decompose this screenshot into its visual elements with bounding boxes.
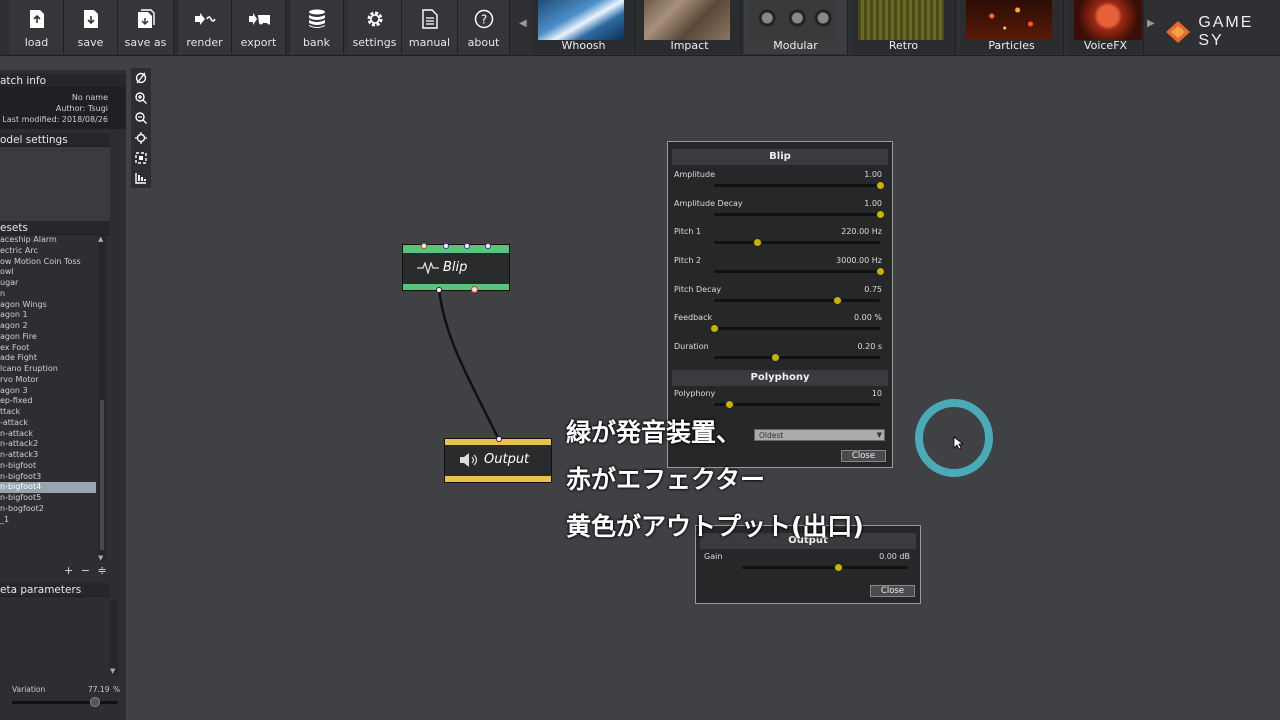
param-value: 3000.00 Hz — [836, 256, 882, 266]
chevron-down-icon: ▼ — [876, 431, 882, 439]
output-node[interactable]: Output — [444, 436, 552, 483]
blip-input-port[interactable] — [485, 243, 491, 249]
gain-knob[interactable] — [834, 563, 844, 572]
param-slider[interactable] — [710, 324, 880, 334]
blip-input-port[interactable] — [421, 243, 427, 249]
blip-input-port[interactable] — [464, 243, 470, 249]
gain-slider[interactable] — [742, 563, 908, 572]
blip-node-label: Blip — [443, 260, 468, 275]
subtitle-line-3: 黄色がアウトプット(出口) — [566, 512, 864, 541]
param-slider[interactable] — [714, 295, 880, 305]
param-slider[interactable] — [714, 399, 880, 409]
speaker-icon — [460, 452, 478, 467]
param-slider[interactable] — [714, 209, 885, 219]
param-knob[interactable] — [710, 324, 719, 334]
param-slider[interactable] — [714, 353, 880, 363]
output-node-bottom-bar — [445, 476, 551, 482]
param-name: Feedback — [674, 313, 713, 323]
param-pitch-1: Pitch 1 220.00 Hz — [674, 224, 886, 253]
waveform-icon — [417, 261, 439, 274]
param-value: 220.00 Hz — [841, 227, 882, 237]
param-value: 0.20 s — [857, 342, 882, 352]
param-knob[interactable] — [771, 353, 781, 363]
blip-window-title: Blip — [672, 149, 888, 165]
output-input-port[interactable] — [496, 436, 502, 442]
polyphony-section-title: Polyphony — [672, 369, 888, 386]
param-value: 0.75 — [864, 284, 882, 294]
mouse-cursor-icon — [953, 436, 963, 450]
subtitle-line-1: 緑が発音装置、 — [566, 418, 742, 447]
param-pitch-2: Pitch 2 3000.00 Hz — [674, 253, 886, 282]
param-value: 0.00 % — [854, 313, 882, 323]
param-name: Amplitude — [674, 170, 715, 179]
param-gain: Gain 0.00 dB — [702, 549, 914, 578]
voice-stealing-dropdown[interactable]: Oldest ▼ — [754, 429, 885, 441]
connection-wire — [437, 288, 500, 439]
param-knob[interactable] — [832, 295, 842, 305]
blip-node[interactable]: Blip — [402, 243, 510, 293]
param-name: Polyphony — [674, 388, 716, 398]
param-duration: Duration 0.20 s — [674, 339, 886, 368]
param-value: 10 — [871, 388, 882, 398]
param-feedback: Feedback 0.00 % — [674, 310, 886, 339]
close-button[interactable]: Close — [841, 450, 886, 462]
param-value: 1.00 — [864, 198, 882, 208]
param-value: 0.00 dB — [879, 552, 910, 561]
param-name: Gain — [704, 552, 723, 561]
param-amplitude: Amplitude 1.00 — [674, 167, 886, 196]
subtitle-line-2: 赤がエフェクター — [566, 465, 766, 494]
param-knob[interactable] — [876, 267, 885, 277]
param-slider[interactable] — [714, 267, 885, 277]
param-knob[interactable] — [724, 399, 734, 409]
output-node-label: Output — [484, 452, 530, 467]
param-name: Duration — [674, 342, 709, 352]
param-amplitude-decay: Amplitude Decay 1.00 — [674, 196, 886, 225]
blip-output-port[interactable] — [436, 287, 442, 293]
param-slider[interactable] — [714, 181, 885, 190]
close-button[interactable]: Close — [870, 585, 915, 597]
param-name: Amplitude Decay — [674, 198, 743, 208]
param-knob[interactable] — [876, 181, 885, 190]
dropdown-value: Oldest — [759, 431, 784, 440]
param-polyphony: Polyphony 10 — [674, 386, 886, 415]
param-name: Pitch 2 — [674, 256, 702, 266]
param-name: Pitch Decay — [674, 284, 722, 294]
param-knob[interactable] — [876, 209, 885, 219]
param-name: Pitch 1 — [674, 227, 702, 237]
param-knob[interactable] — [753, 238, 763, 248]
param-slider[interactable] — [714, 238, 880, 248]
blip-params: Amplitude 1.00 Amplitude Decay 1.00 Pitch 1 2… — [668, 167, 892, 368]
blip-node-bottom-bar — [403, 284, 509, 290]
blip-node-top-bar — [403, 245, 509, 253]
param-pitch-decay: Pitch Decay 0.75 — [674, 282, 886, 311]
blip-effect-port[interactable] — [471, 286, 478, 293]
blip-input-port[interactable] — [443, 243, 449, 249]
param-value: 1.00 — [864, 170, 882, 179]
